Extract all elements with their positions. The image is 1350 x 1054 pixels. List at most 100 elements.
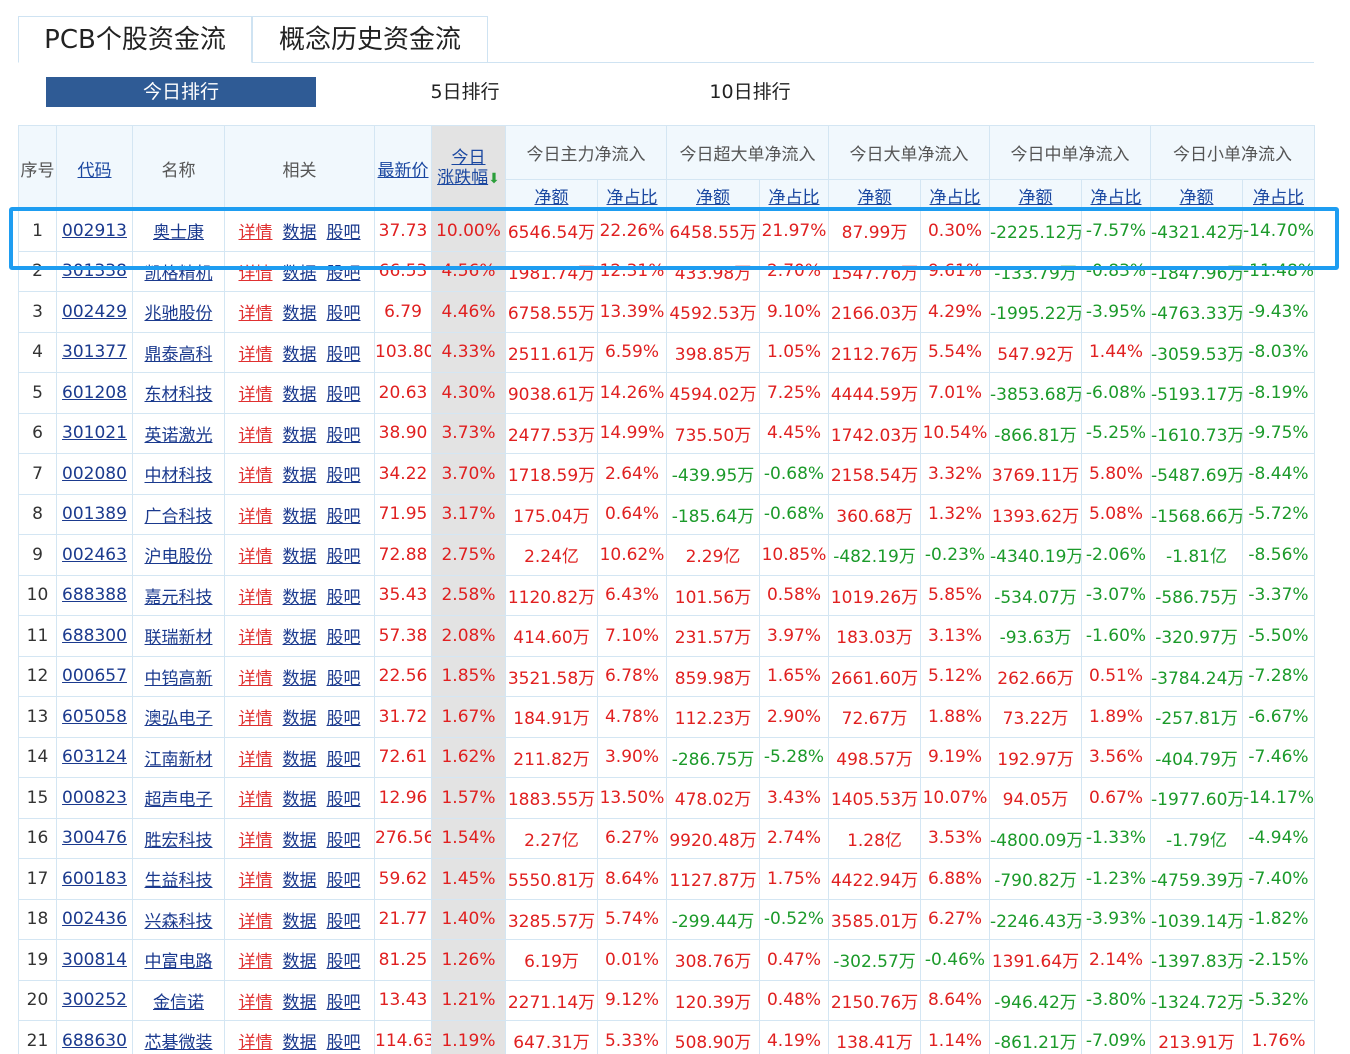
col-medium-net[interactable]: 净额 <box>989 179 1082 211</box>
stock-code-link[interactable]: 301338 <box>62 261 127 281</box>
stock-code-link[interactable]: 603124 <box>62 747 127 767</box>
data-link[interactable]: 数据 <box>283 588 317 608</box>
sort-link[interactable]: 净额 <box>1180 188 1214 208</box>
data-link[interactable]: 数据 <box>283 669 317 689</box>
stock-code-link[interactable]: 301377 <box>62 342 127 362</box>
forum-link[interactable]: 股吧 <box>327 1033 361 1053</box>
stock-name-link[interactable]: 凯格精机 <box>145 264 213 284</box>
tab-concept-history-fund-flow[interactable]: 概念历史资金流 <box>252 16 488 63</box>
data-link[interactable]: 数据 <box>283 912 317 932</box>
detail-link[interactable]: 详情 <box>239 669 273 689</box>
stock-name-link[interactable]: 芯碁微装 <box>145 1033 213 1053</box>
detail-link[interactable]: 详情 <box>239 993 273 1013</box>
subtab-5day-ranking[interactable]: 5日排行 <box>390 77 540 107</box>
stock-name-link[interactable]: 奥士康 <box>153 223 204 243</box>
detail-link[interactable]: 详情 <box>239 385 273 405</box>
detail-link[interactable]: 详情 <box>239 912 273 932</box>
detail-link[interactable]: 详情 <box>239 1033 273 1053</box>
detail-link[interactable]: 详情 <box>239 466 273 486</box>
data-link[interactable]: 数据 <box>283 345 317 365</box>
detail-link[interactable]: 详情 <box>239 507 273 527</box>
forum-link[interactable]: 股吧 <box>327 628 361 648</box>
stock-name-link[interactable]: 鼎泰高科 <box>145 345 213 365</box>
stock-name-link[interactable]: 超声电子 <box>145 790 213 810</box>
forum-link[interactable]: 股吧 <box>327 709 361 729</box>
stock-name-link[interactable]: 胜宏科技 <box>145 831 213 851</box>
sort-link[interactable]: 净占比 <box>1091 188 1142 208</box>
detail-link[interactable]: 详情 <box>239 345 273 365</box>
stock-code-link[interactable]: 001389 <box>62 504 127 524</box>
detail-link[interactable]: 详情 <box>239 223 273 243</box>
forum-link[interactable]: 股吧 <box>327 790 361 810</box>
forum-link[interactable]: 股吧 <box>327 750 361 770</box>
stock-code-link[interactable]: 300814 <box>62 950 127 970</box>
forum-link[interactable]: 股吧 <box>327 588 361 608</box>
stock-name-link[interactable]: 英诺激光 <box>145 426 213 446</box>
data-link[interactable]: 数据 <box>283 628 317 648</box>
sort-change-line1[interactable]: 今日 <box>452 148 486 168</box>
col-large-ratio[interactable]: 净占比 <box>920 179 990 211</box>
forum-link[interactable]: 股吧 <box>327 345 361 365</box>
detail-link[interactable]: 详情 <box>239 750 273 770</box>
stock-name-link[interactable]: 广合科技 <box>145 507 213 527</box>
data-link[interactable]: 数据 <box>283 993 317 1013</box>
col-large-net[interactable]: 净额 <box>828 179 921 211</box>
stock-code-link[interactable]: 688630 <box>62 1031 127 1051</box>
forum-link[interactable]: 股吧 <box>327 669 361 689</box>
detail-link[interactable]: 详情 <box>239 831 273 851</box>
stock-code-link[interactable]: 300252 <box>62 990 127 1010</box>
detail-link[interactable]: 详情 <box>239 709 273 729</box>
data-link[interactable]: 数据 <box>283 547 317 567</box>
forum-link[interactable]: 股吧 <box>327 426 361 446</box>
stock-code-link[interactable]: 605058 <box>62 707 127 727</box>
data-link[interactable]: 数据 <box>283 466 317 486</box>
stock-name-link[interactable]: 中钨高新 <box>145 669 213 689</box>
stock-name-link[interactable]: 中材科技 <box>145 466 213 486</box>
forum-link[interactable]: 股吧 <box>327 993 361 1013</box>
stock-name-link[interactable]: 兴森科技 <box>145 912 213 932</box>
stock-code-link[interactable]: 301021 <box>62 423 127 443</box>
stock-code-link[interactable]: 600183 <box>62 869 127 889</box>
sort-link[interactable]: 净占比 <box>930 188 981 208</box>
col-header-change[interactable]: 今日 涨跌幅⬇ <box>431 125 506 211</box>
sort-code-link[interactable]: 代码 <box>78 161 112 181</box>
data-link[interactable]: 数据 <box>283 1033 317 1053</box>
data-link[interactable]: 数据 <box>283 426 317 446</box>
forum-link[interactable]: 股吧 <box>327 952 361 972</box>
data-link[interactable]: 数据 <box>283 223 317 243</box>
stock-code-link[interactable]: 300476 <box>62 828 127 848</box>
sort-link[interactable]: 净额 <box>1019 188 1053 208</box>
stock-code-link[interactable]: 601208 <box>62 383 127 403</box>
stock-name-link[interactable]: 金信诺 <box>153 993 204 1013</box>
sort-desc-arrow-icon[interactable]: ⬇ <box>488 171 500 187</box>
col-main-ratio[interactable]: 净占比 <box>597 179 667 211</box>
stock-code-link[interactable]: 002429 <box>62 302 127 322</box>
col-header-code[interactable]: 代码 <box>56 125 133 211</box>
data-link[interactable]: 数据 <box>283 750 317 770</box>
data-link[interactable]: 数据 <box>283 264 317 284</box>
detail-link[interactable]: 详情 <box>239 790 273 810</box>
detail-link[interactable]: 详情 <box>239 871 273 891</box>
stock-name-link[interactable]: 中富电路 <box>145 952 213 972</box>
stock-code-link[interactable]: 002463 <box>62 545 127 565</box>
data-link[interactable]: 数据 <box>283 709 317 729</box>
sort-link[interactable]: 净占比 <box>769 188 820 208</box>
subtab-10day-ranking[interactable]: 10日排行 <box>670 77 830 107</box>
detail-link[interactable]: 详情 <box>239 952 273 972</box>
stock-code-link[interactable]: 000823 <box>62 788 127 808</box>
data-link[interactable]: 数据 <box>283 790 317 810</box>
stock-name-link[interactable]: 东材科技 <box>145 385 213 405</box>
forum-link[interactable]: 股吧 <box>327 223 361 243</box>
stock-name-link[interactable]: 生益科技 <box>145 871 213 891</box>
forum-link[interactable]: 股吧 <box>327 912 361 932</box>
data-link[interactable]: 数据 <box>283 304 317 324</box>
forum-link[interactable]: 股吧 <box>327 507 361 527</box>
data-link[interactable]: 数据 <box>283 385 317 405</box>
detail-link[interactable]: 详情 <box>239 628 273 648</box>
forum-link[interactable]: 股吧 <box>327 304 361 324</box>
col-super-net[interactable]: 净额 <box>666 179 760 211</box>
detail-link[interactable]: 详情 <box>239 264 273 284</box>
stock-code-link[interactable]: 688300 <box>62 626 127 646</box>
data-link[interactable]: 数据 <box>283 507 317 527</box>
sort-link[interactable]: 净占比 <box>607 188 658 208</box>
